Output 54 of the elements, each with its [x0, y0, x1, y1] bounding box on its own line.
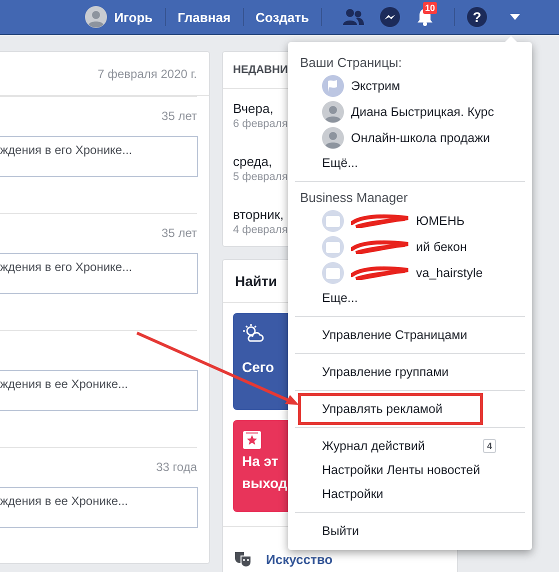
flag-icon	[322, 75, 344, 97]
more-link[interactable]: Еще...	[295, 286, 525, 310]
menu-item[interactable]: Настройки Ленты новостей	[295, 458, 525, 482]
help-button[interactable]: ?	[467, 7, 487, 27]
comment-field[interactable]: ждения в его Хронике...	[0, 136, 198, 177]
section-title: Ваши Страницы:	[299, 54, 403, 72]
notification-badge: 10	[423, 2, 438, 14]
user-name: Игорь	[114, 10, 153, 24]
date-label: 7 февраля 2020 г.	[98, 66, 197, 80]
business-icon	[322, 236, 344, 258]
menu-item[interactable]: Управление Страницами	[295, 323, 525, 347]
age-label: 33 года	[156, 460, 197, 474]
count-badge: 4	[482, 439, 496, 453]
menu-item[interactable]: Управлять рекламой	[298, 393, 483, 425]
age-label: 35 лет	[162, 109, 197, 123]
messenger-icon[interactable]	[380, 7, 400, 27]
age-label: 35 лет	[162, 226, 197, 240]
menu-item[interactable]: Онлайн-школа продажи	[295, 125, 525, 151]
nav-link[interactable]: Создать	[256, 10, 309, 24]
menu-item[interactable]: Журнал действий	[322, 434, 425, 458]
menu-item[interactable]: va_hairstyle	[295, 260, 525, 286]
avatar-icon	[322, 101, 344, 123]
caret-icon[interactable]	[509, 13, 521, 21]
date-label: 6 февраля	[233, 117, 288, 132]
section-title: НЕДАВНИ	[233, 64, 288, 76]
calendar-icon	[242, 430, 262, 450]
comment-field[interactable]: ждения в его Хронике...	[0, 253, 198, 294]
business-icon	[322, 210, 344, 232]
friends-icon[interactable]	[342, 8, 364, 26]
date-label: 4 февраля	[233, 223, 288, 238]
section-title: Business Manager	[299, 189, 409, 207]
masks-icon	[234, 551, 252, 567]
avatar-icon	[85, 6, 108, 28]
user-link[interactable]: Игорь	[85, 6, 153, 28]
comment-field[interactable]: ждения в ее Хронике...	[0, 370, 198, 411]
menu-item[interactable]: Выйти	[295, 519, 525, 543]
day-label[interactable]: Вчера,	[233, 101, 288, 117]
day-label[interactable]: среда,	[233, 154, 288, 170]
menu-item[interactable]: Настройки	[295, 482, 525, 506]
card-title: Найти	[235, 273, 277, 289]
weather-icon	[242, 323, 264, 343]
menu-item[interactable]: Управление группами	[295, 360, 525, 384]
date-label: 5 февраля	[233, 170, 288, 185]
menu-item[interactable]: ий бекон	[295, 234, 525, 260]
comment-field[interactable]: ждения в ее Хронике...	[0, 487, 198, 528]
nav-link[interactable]: Главная	[178, 10, 231, 24]
menu-item[interactable]: Экстрим	[295, 73, 525, 99]
avatar-icon	[322, 127, 344, 149]
menu-item[interactable]: ЮМЕНЬ	[295, 208, 525, 234]
more-link[interactable]: Ещё...	[295, 151, 525, 175]
day-label[interactable]: вторник,	[233, 207, 288, 223]
menu-item[interactable]: Диана Быстрицкая. Курс	[295, 99, 525, 125]
business-icon	[322, 262, 344, 284]
category-link[interactable]: Искусство	[266, 552, 333, 566]
